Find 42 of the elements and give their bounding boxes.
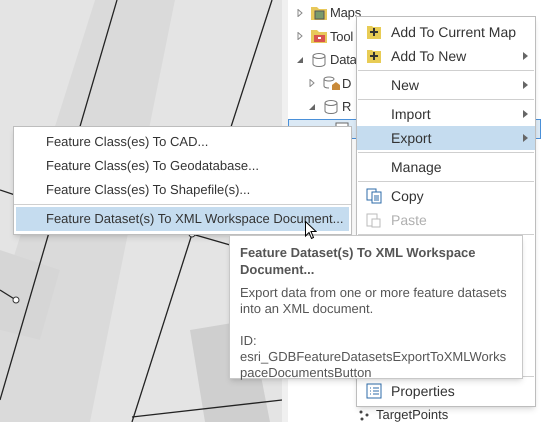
menu-item[interactable]: Import — [357, 102, 535, 126]
tree-item-label[interactable]: Maps — [330, 3, 361, 22]
points-icon — [358, 409, 370, 421]
folder-map-icon — [310, 4, 328, 21]
menu-item[interactable]: Manage — [357, 155, 535, 179]
database-home-icon — [322, 75, 340, 92]
copy-icon — [366, 188, 382, 204]
tooltip-id: esri_GDBFeatureDatasetsExportToXMLWorkspaceDocumentsButton — [240, 349, 508, 381]
properties-icon — [366, 383, 382, 399]
tree-item-label[interactable]: Data — [330, 50, 357, 70]
tree-item-label[interactable]: D — [342, 74, 352, 93]
menu-item[interactable]: Copy — [357, 184, 535, 208]
tree-item-label[interactable]: R — [342, 97, 352, 116]
submenu-arrow-icon — [522, 81, 528, 89]
expanded-arrow-icon[interactable] — [296, 56, 304, 64]
menu-item[interactable]: Feature Class(es) To Shapefile(s)... — [14, 178, 351, 202]
add-folder-icon — [366, 24, 382, 40]
tree-item-label[interactable]: Tool — [330, 26, 354, 46]
submenu-arrow-icon — [522, 110, 528, 118]
collapsed-arrow-icon[interactable] — [308, 79, 316, 88]
collapsed-arrow-icon[interactable] — [296, 32, 304, 40]
submenu-arrow-icon — [522, 52, 528, 60]
collapsed-arrow-icon[interactable] — [296, 8, 304, 17]
tooltip-title: Feature Dataset(s) To XML Workspace Document... — [240, 244, 477, 278]
database-icon — [322, 98, 340, 115]
folder-toolbox-icon — [310, 28, 328, 44]
menu-item[interactable]: Properties — [357, 379, 535, 403]
submenu-arrow-icon — [522, 134, 528, 142]
expanded-arrow-icon[interactable] — [308, 102, 316, 111]
paste-icon — [366, 212, 382, 228]
menu-item[interactable]: Export — [357, 126, 535, 150]
database-icon — [310, 52, 328, 68]
menu-item[interactable]: Add To Current Map — [357, 20, 535, 44]
add-folder-icon — [366, 48, 382, 64]
menu-item[interactable]: Add To New — [357, 44, 535, 68]
tooltip-description: Export data from one or more feature datasets into an XML document. — [240, 285, 508, 317]
menu-item[interactable]: Feature Dataset(s) To XML Workspace Document... — [16, 207, 349, 231]
tree-item-label[interactable]: TargetPoints — [376, 408, 448, 422]
menu-item[interactable]: New — [357, 73, 535, 97]
tooltip-id-label: ID: — [240, 333, 258, 349]
menu-item[interactable]: Feature Class(es) To Geodatabase... — [14, 154, 351, 178]
menu-item[interactable]: Feature Class(es) To CAD... — [14, 130, 351, 154]
